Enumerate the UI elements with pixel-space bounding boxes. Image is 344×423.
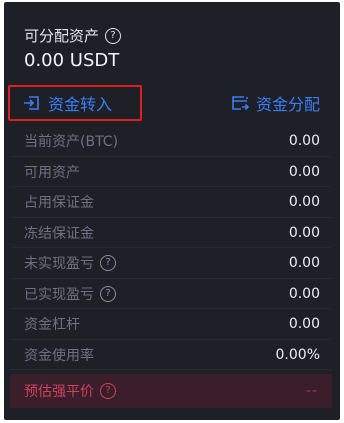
- available-assets-label: 可分配资产: [24, 27, 100, 45]
- list-item-unrealized-pnl: 未实现盈亏 ? 0.00: [4, 248, 340, 279]
- row-label: 资金使用率: [24, 345, 94, 365]
- available-assets-label-row: 可分配资产 ?: [24, 26, 320, 46]
- assets-panel: 可分配资产 ? 0.00 USDT 资金转入 资金分配 当前资产(BTC) 0.…: [4, 2, 340, 420]
- row-value: 0.00: [288, 163, 320, 180]
- help-circle-icon[interactable]: ?: [100, 255, 116, 272]
- row-label-text: 可用资产: [24, 164, 80, 181]
- help-circle-icon[interactable]: ?: [105, 28, 122, 44]
- list-item-current-assets: 当前资产(BTC) 0.00: [4, 126, 340, 157]
- help-circle-icon[interactable]: ?: [100, 285, 116, 302]
- allocate-icon: [232, 96, 250, 111]
- row-label: 已实现盈亏 ?: [24, 284, 116, 304]
- row-label-text: 占用保证金: [24, 195, 94, 212]
- row-value: 0.00: [288, 224, 320, 241]
- liquidation-label: 预估强平价: [24, 384, 94, 400]
- row-value: 0.00: [288, 194, 320, 211]
- liquidation-label-group: 预估强平价 ?: [24, 381, 116, 401]
- list-item-available-assets: 可用资产 0.00: [4, 157, 340, 188]
- estimated-liquidation-price-row: 预估强平价 ? --: [10, 374, 332, 408]
- row-label-text: 当前资产(BTC): [24, 134, 119, 151]
- row-label: 未实现盈亏 ?: [24, 253, 116, 273]
- row-label: 当前资产(BTC): [24, 131, 118, 151]
- available-assets-value: 0.00 USDT: [24, 50, 120, 71]
- row-label: 资金杠杆: [24, 314, 80, 334]
- allocate-funds-button[interactable]: 资金分配: [230, 85, 320, 121]
- transfer-in-button[interactable]: 资金转入: [8, 85, 142, 121]
- row-label-text: 资金杠杆: [24, 317, 80, 334]
- row-value: 0.00: [288, 255, 320, 272]
- list-item-leverage: 资金杠杆 0.00: [4, 309, 340, 340]
- row-label-text: 资金使用率: [24, 347, 94, 364]
- row-value: 0.00: [288, 316, 320, 333]
- fund-actions: 资金转入 资金分配: [4, 85, 340, 121]
- transfer-in-icon: [24, 96, 39, 110]
- list-item-utilization: 资金使用率 0.00%: [4, 340, 340, 371]
- liquidation-value: --: [305, 383, 318, 399]
- asset-detail-list: 当前资产(BTC) 0.00 可用资产 0.00 占用保证金 0.00 冻结保证…: [4, 126, 340, 370]
- list-item-frozen-margin: 冻结保证金 0.00: [4, 218, 340, 249]
- row-label: 占用保证金: [24, 192, 94, 212]
- row-label-text: 冻结保证金: [24, 225, 94, 242]
- allocate-funds-label: 资金分配: [255, 95, 320, 114]
- row-label-text: 已实现盈亏: [24, 286, 94, 303]
- row-label: 可用资产: [24, 162, 80, 182]
- transfer-in-label: 资金转入: [48, 95, 113, 114]
- row-value: 0.00%: [275, 346, 320, 363]
- list-item-used-margin: 占用保证金 0.00: [4, 187, 340, 218]
- row-label: 冻结保证金: [24, 223, 94, 243]
- row-value: 0.00: [288, 285, 320, 302]
- available-assets-header: 可分配资产 ? 0.00 USDT: [24, 26, 320, 72]
- row-label-text: 未实现盈亏: [24, 256, 94, 273]
- row-value: 0.00: [288, 133, 320, 150]
- list-item-realized-pnl: 已实现盈亏 ? 0.00: [4, 279, 340, 310]
- help-circle-icon[interactable]: ?: [100, 383, 116, 399]
